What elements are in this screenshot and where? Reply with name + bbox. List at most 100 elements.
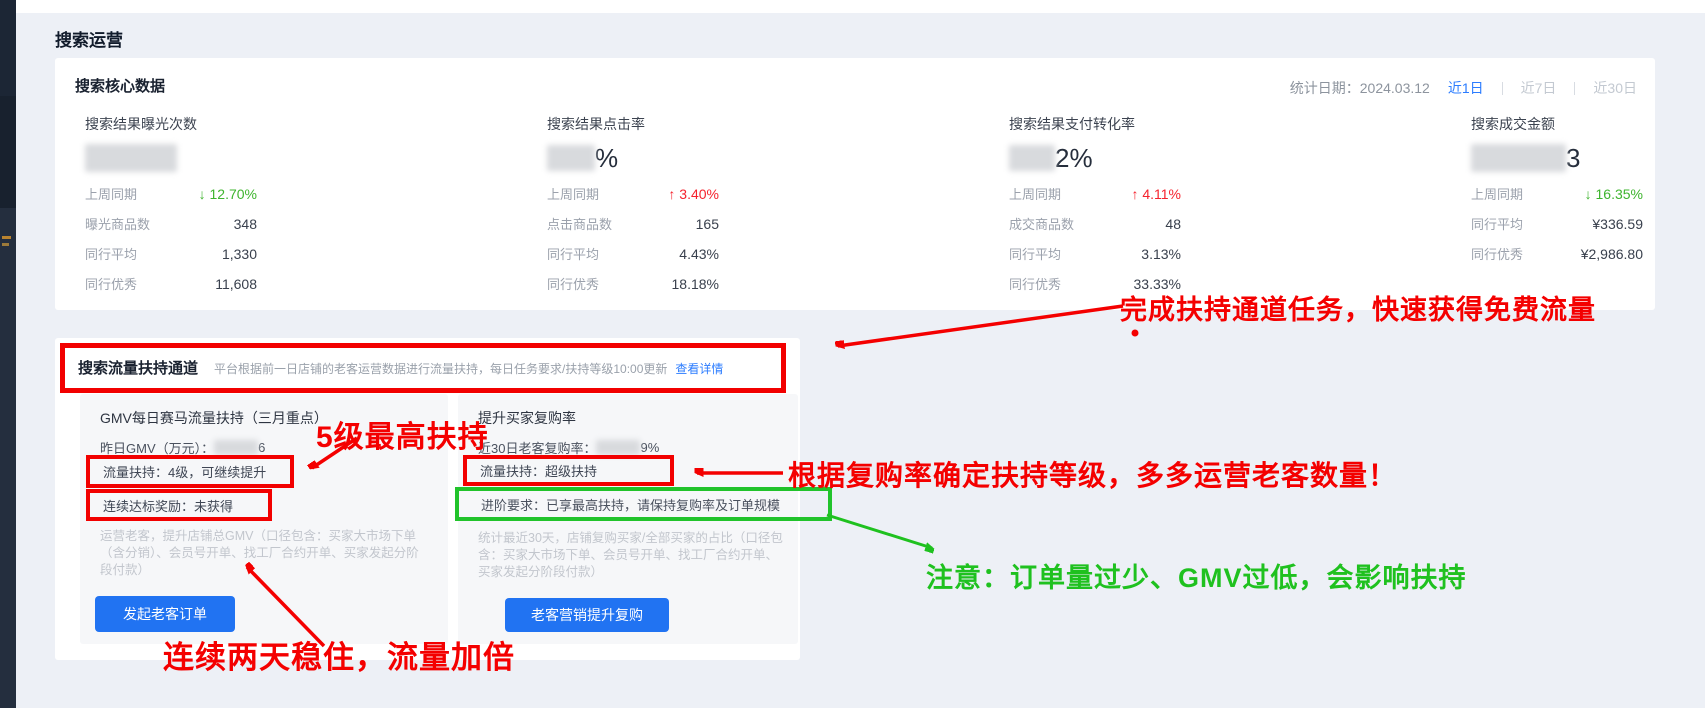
subcard-title: 提升买家复购率 [478,408,576,428]
row-label: 上周同期 [1471,184,1523,203]
metric-row: 上周同期 ↓ 16.35% [1471,184,1643,203]
super-support-text: 流量扶持：超级扶持 [480,461,597,480]
row-label: 成交商品数 [1009,214,1074,233]
row-value: ↑ 3.40% [668,186,719,202]
metric-row: 上周同期 ↑ 3.40% [547,184,719,203]
metric-row: 同行平均 1,330 [85,244,257,263]
row-value: 4.43% [679,246,719,262]
metric-row: 同行平均¥336.59 [1471,214,1643,233]
sidebar-active-block [0,96,16,208]
metric-row: 同行平均 3.13% [1009,244,1181,263]
redacted-value [547,145,595,171]
annotation-level-text: 5级最高扶持 [316,412,489,456]
stat-date-label: 统计日期：2024.03.12 [1290,78,1430,98]
metric-click-rate: 搜索结果点击率 % 上周同期 ↑ 3.40% 点击商品数 165 同行平均 4.43%… [547,58,747,310]
metric-row: 同行优秀 ¥2,986.80 [1471,244,1643,263]
metric-row: 点击商品数 165 [547,214,719,233]
metric-row: 上周同期↓ 12.70% [85,184,257,203]
old-customer-marketing-button[interactable]: 老客营销提升复购 [505,598,669,632]
metric-row: 曝光商品数 348 [85,214,257,233]
top-bar [16,0,1705,13]
row-label: 上周同期 [547,184,599,203]
metric-row: 同行平均 4.43% [547,244,719,263]
metric-row: 同行优秀 11,608 [85,274,257,293]
row-value: 3.13% [1141,246,1181,262]
redacted-value [596,440,640,455]
page: 搜索运营 搜索核心数据 统计日期：2024.03.12 近1日 近7日 近30日… [0,0,1705,708]
sidebar-top-block [0,0,16,96]
start-old-customer-order-button[interactable]: 发起老客订单 [95,596,235,632]
row-label: 曝光商品数 [85,214,150,233]
requirement-text: 进阶要求：已享最高扶持，请保持复购率及订单规模 [481,495,780,514]
row-value: 165 [696,216,719,232]
metric-rows: 上周同期 ↓ 16.35% 同行平均¥336.59 同行优秀 ¥2,986.80 [1471,184,1643,274]
annotation-repurchase-text: 根据复购率确定扶持等级，多多运营老客数量！ [788,454,1397,494]
redacted-value [214,440,258,455]
redacted-value [1009,145,1055,171]
metric-rows: 上周同期↓ 12.70% 曝光商品数 348 同行平均 1,330 同行优秀 11,6… [85,184,257,304]
metric-pay-conversion: 搜索结果支付转化率 2% 上周同期↑ 4.11% 成交商品数 48 同行平均 3.1… [1009,58,1209,310]
row-label: 同行优秀 [85,274,137,293]
row-value: ¥2,986.80 [1581,246,1643,262]
search-core-data-card: 搜索核心数据 统计日期：2024.03.12 近1日 近7日 近30日 搜索结果… [55,58,1655,310]
support-desc: 平台根据前一日店铺的老客运营数据进行流量扶持，每日任务要求/扶持等级10:00更… [214,360,667,377]
repurchase-support-subcard: 提升买家复购率 近30日老客复购率： 9% 流量扶持：超级扶持 进阶要求：已享最… [458,394,798,644]
green-arrow-notice [827,515,932,548]
metric-main-suffix: 3 [1566,143,1580,174]
annotation-notice-text: 注意：订单量过少、GMV过低，会影响扶持 [926,556,1467,595]
support-header: 搜索流量扶持通道 平台根据前一日店铺的老客运营数据进行流量扶持，每日任务要求/扶… [78,357,723,378]
metric-rows: 上周同期↑ 4.11% 成交商品数48 同行平均3.13% 同行优秀33.33% [1009,184,1181,304]
annotation-top-text: 完成扶持通道任务，快速获得免费流量 [1120,288,1596,327]
metric-row: 成交商品数 48 [1009,214,1181,233]
metric-main-suffix: % [595,143,618,174]
redacted-value [1471,144,1566,172]
row-value: 1,330 [222,246,257,262]
row-label: 上周同期 [1009,184,1061,203]
metric-title: 搜索成交金额 [1471,114,1555,134]
sidebar-menu-icon[interactable] [2,243,9,246]
traffic-support-card: 搜索流量扶持通道 平台根据前一日店铺的老客运营数据进行流量扶持，每日任务要求/扶… [55,338,800,660]
metric-main-value [85,140,177,176]
metric-main-suffix: 2% [1055,143,1093,174]
row-label: 同行平均 [1009,244,1061,263]
red-arrow-top [838,306,1123,346]
metric-main-value: 3 [1471,140,1580,176]
annotation-red-box-support-level: 流量扶持：4级，可继续提升 [86,455,294,488]
metric-main-value: 2% [1009,140,1093,176]
metric-main-value: % [547,140,618,176]
yesterday-gmv-suffix: 6 [258,440,265,455]
row-label: 同行优秀 [547,274,599,293]
annotation-red-box-super-support: 流量扶持：超级扶持 [463,455,674,486]
metric-title: 搜索结果点击率 [547,114,645,134]
metric-exposure: 搜索结果曝光次数 上周同期↓ 12.70% 曝光商品数348 同行平均1,330… [85,58,285,310]
view-details-link[interactable]: 查看详情 [675,360,723,377]
annotation-red-box-streak-reward: 连续达标奖励：未获得 [86,489,272,521]
row-value: 18.18% [672,276,719,292]
row-label: 同行优秀 [1009,274,1061,293]
repurchase-rate-suffix: 9% [640,440,659,455]
annotation-double-text: 连续两天稳住，流量加倍 [163,632,515,677]
annotation-green-box-requirement: 进阶要求：已享最高扶持，请保持复购率及订单规模 [455,487,832,521]
page-title: 搜索运营 [55,26,123,51]
left-sidebar[interactable] [0,0,16,708]
row-label: 上周同期 [85,184,137,203]
row-value: 11,608 [215,276,257,292]
subcard-description: 运营老客，提升店铺总GMV（口径包含：买家大市场下单（含分销）、会员号开单、找工… [100,528,422,579]
red-dot [1132,330,1139,337]
row-label: 同行优秀 [1471,244,1523,263]
support-level-text: 流量扶持：4级，可继续提升 [103,462,266,481]
sidebar-menu-icon[interactable] [2,236,11,239]
row-value: 348 [234,216,257,232]
subcard-title: GMV每日赛马流量扶持（三月重点） [100,408,328,428]
support-title: 搜索流量扶持通道 [78,357,198,378]
row-label: 同行平均 [85,244,137,263]
redacted-value [85,144,177,172]
row-label: 点击商品数 [547,214,612,233]
metric-row: 上周同期↑ 4.11% [1009,184,1181,203]
row-label: 同行平均 [547,244,599,263]
row-value: ¥336.59 [1592,216,1643,232]
metric-title: 搜索结果支付转化率 [1009,114,1135,134]
metric-transaction-amount: 搜索成交金额 3 上周同期 ↓ 16.35% 同行平均¥336.59 同行优秀 ¥2… [1471,58,1671,310]
row-value: 48 [1165,216,1181,232]
row-value: ↓ 16.35% [1585,186,1643,202]
